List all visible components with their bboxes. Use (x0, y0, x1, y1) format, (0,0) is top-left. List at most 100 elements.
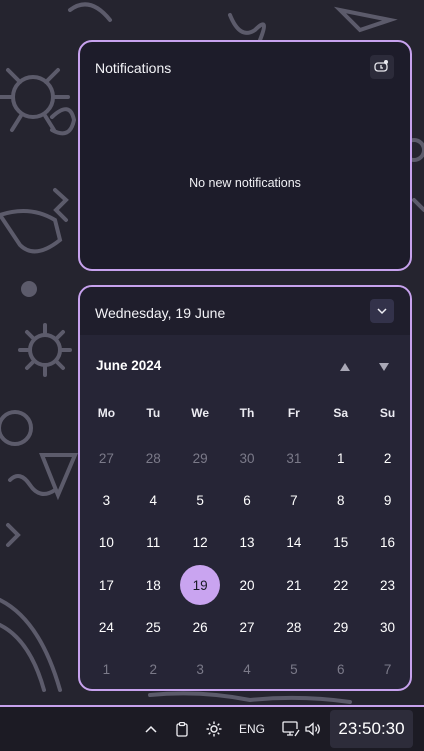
calendar-day-number: 31 (286, 450, 302, 466)
calendar-day[interactable]: 1 (83, 648, 130, 689)
calendar-day[interactable]: 4 (224, 648, 271, 689)
focus-clock-icon (374, 60, 388, 72)
weekday-label: Tu (146, 406, 161, 420)
calendar-day[interactable]: 28 (130, 437, 177, 479)
calendar-day-number: 12 (192, 535, 208, 551)
calendar-day[interactable]: 29 (317, 606, 364, 648)
network-icon (282, 721, 300, 737)
show-hidden-icons-button[interactable] (140, 707, 162, 751)
calendar-day[interactable]: 30 (364, 606, 410, 648)
volume-tray-button[interactable] (302, 707, 324, 751)
triangle-up-icon (340, 363, 350, 371)
input-language-button[interactable]: ENG (236, 707, 268, 751)
focus-assist-button[interactable] (370, 55, 394, 79)
volume-icon (305, 722, 320, 736)
calendar-day[interactable]: 18 (130, 564, 177, 606)
calendar-day[interactable]: 21 (270, 564, 317, 606)
brightness-icon (206, 721, 222, 737)
calendar-day-number: 10 (98, 535, 114, 551)
month-year-label[interactable]: June 2024 (96, 358, 161, 373)
calendar-panel: Wednesday, 19 June June 2024 Mo Tu We Th… (78, 285, 412, 691)
calendar-day[interactable]: 10 (83, 522, 130, 564)
next-month-button[interactable] (374, 357, 394, 377)
calendar-day-number: 3 (102, 492, 111, 508)
weekday-header-row: Mo Tu We Th Fr Sa Su (83, 406, 410, 420)
calendar-day[interactable]: 7 (270, 479, 317, 521)
calendar-day-number: 2 (383, 450, 392, 466)
calendar-day[interactable]: 1 (317, 437, 364, 479)
network-tray-button[interactable] (280, 707, 302, 751)
calendar-day-number: 1 (102, 662, 111, 678)
calendar-day[interactable]: 28 (270, 606, 317, 648)
calendar-date-header: Wednesday, 19 June (80, 287, 410, 335)
calendar-day[interactable]: 8 (317, 479, 364, 521)
calendar-day[interactable]: 6 (317, 648, 364, 689)
weekday-label: Fr (287, 406, 300, 420)
brightness-tray-button[interactable] (203, 707, 225, 751)
calendar-day[interactable]: 23 (364, 564, 410, 606)
calendar-day[interactable]: 4 (130, 479, 177, 521)
calendar-day-number: 4 (243, 662, 251, 678)
calendar-day-number: 5 (290, 662, 298, 678)
calendar-day-number: 14 (286, 535, 302, 551)
calendar-day[interactable]: 26 (177, 606, 224, 648)
clock-button[interactable]: 23:50:30 (330, 710, 413, 748)
calendar-day[interactable]: 2 (364, 437, 410, 479)
calendar-day-number: 27 (98, 450, 114, 466)
calendar-day-number: 28 (286, 619, 302, 635)
calendar-day-number: 22 (333, 577, 349, 593)
calendar-days-grid: 27 28 29 30 31 1 2 3 4 5 6 7 8 9 10 11 12 13 14 15 16 17 18 19 2… (83, 437, 410, 689)
collapse-calendar-button[interactable] (370, 299, 394, 323)
calendar-day[interactable]: 27 (224, 606, 271, 648)
calendar-day[interactable]: 20 (224, 564, 271, 606)
calendar-day[interactable]: 22 (317, 564, 364, 606)
calendar-day[interactable]: 30 (224, 437, 271, 479)
weekday-label: Sa (333, 406, 349, 420)
weekday-label: Mo (97, 406, 116, 420)
calendar-day-number: 29 (333, 619, 349, 635)
calendar-day[interactable]: 31 (270, 437, 317, 479)
calendar-day-number: 18 (145, 577, 161, 593)
calendar-day-number: 21 (286, 577, 302, 593)
calendar-day-number: 2 (149, 662, 158, 678)
calendar-day[interactable]: 3 (83, 479, 130, 521)
calendar-day-number: 25 (145, 619, 161, 635)
previous-month-button[interactable] (335, 357, 355, 377)
calendar-day[interactable]: 13 (224, 522, 271, 564)
triangle-down-icon (379, 363, 389, 371)
calendar-day[interactable]: 29 (177, 437, 224, 479)
calendar-day[interactable]: 5 (270, 648, 317, 689)
calendar-day-number: 8 (336, 492, 345, 508)
calendar-day[interactable]: 17 (83, 564, 130, 606)
calendar-day[interactable]: 5 (177, 479, 224, 521)
calendar-day-number: 20 (239, 577, 255, 593)
calendar-day[interactable]: 25 (130, 606, 177, 648)
calendar-day[interactable]: 11 (130, 522, 177, 564)
calendar-day[interactable]: 16 (364, 522, 410, 564)
calendar-day-number: 5 (196, 492, 204, 508)
clipboard-tray-button[interactable] (172, 707, 192, 751)
calendar-day[interactable]: 6 (224, 479, 271, 521)
calendar-day[interactable]: 9 (364, 479, 410, 521)
calendar-day-number: 15 (333, 535, 349, 551)
calendar-day[interactable]: 15 (317, 522, 364, 564)
calendar-day[interactable]: 12 (177, 522, 224, 564)
notifications-title: Notifications (95, 60, 172, 76)
calendar-day-selected[interactable]: 19 (177, 564, 224, 606)
no-notifications-message: No new notifications (189, 176, 301, 190)
calendar-day-number: 29 (192, 450, 208, 466)
calendar-day[interactable]: 7 (364, 648, 410, 689)
taskbar: ENG 23:50:30 (0, 705, 424, 751)
weekday-label: Su (379, 406, 396, 420)
clipboard-icon (176, 721, 188, 737)
calendar-day[interactable]: 27 (83, 437, 130, 479)
calendar-day[interactable]: 14 (270, 522, 317, 564)
calendar-day-number: 24 (98, 619, 114, 635)
calendar-day[interactable]: 3 (177, 648, 224, 689)
calendar-day-number: 9 (383, 492, 392, 508)
calendar-day-number: 26 (192, 619, 208, 635)
calendar-day[interactable]: 24 (83, 606, 130, 648)
calendar-day-number: 16 (380, 535, 396, 551)
calendar-day-number: 3 (196, 662, 204, 678)
calendar-day[interactable]: 2 (130, 648, 177, 689)
